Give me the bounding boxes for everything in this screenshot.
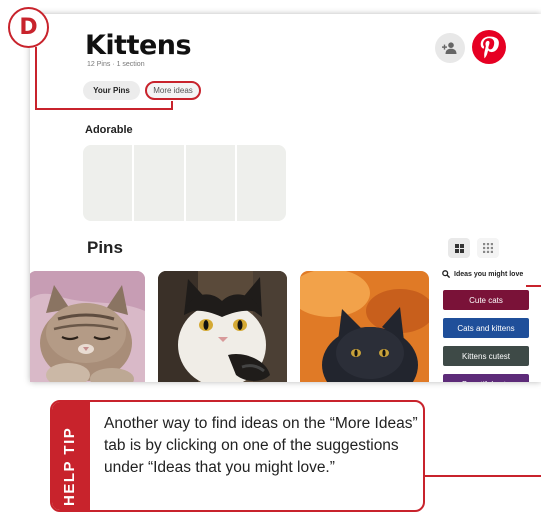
step-badge: D xyxy=(8,7,49,48)
help-tip-label: HELP TIP xyxy=(61,426,78,506)
help-tip-text: Another way to find ideas on the “More I… xyxy=(104,415,418,476)
help-tip-sidebar: HELP TIP xyxy=(52,402,90,510)
help-tip-box: HELP TIP Another way to find ideas on th… xyxy=(50,400,425,512)
